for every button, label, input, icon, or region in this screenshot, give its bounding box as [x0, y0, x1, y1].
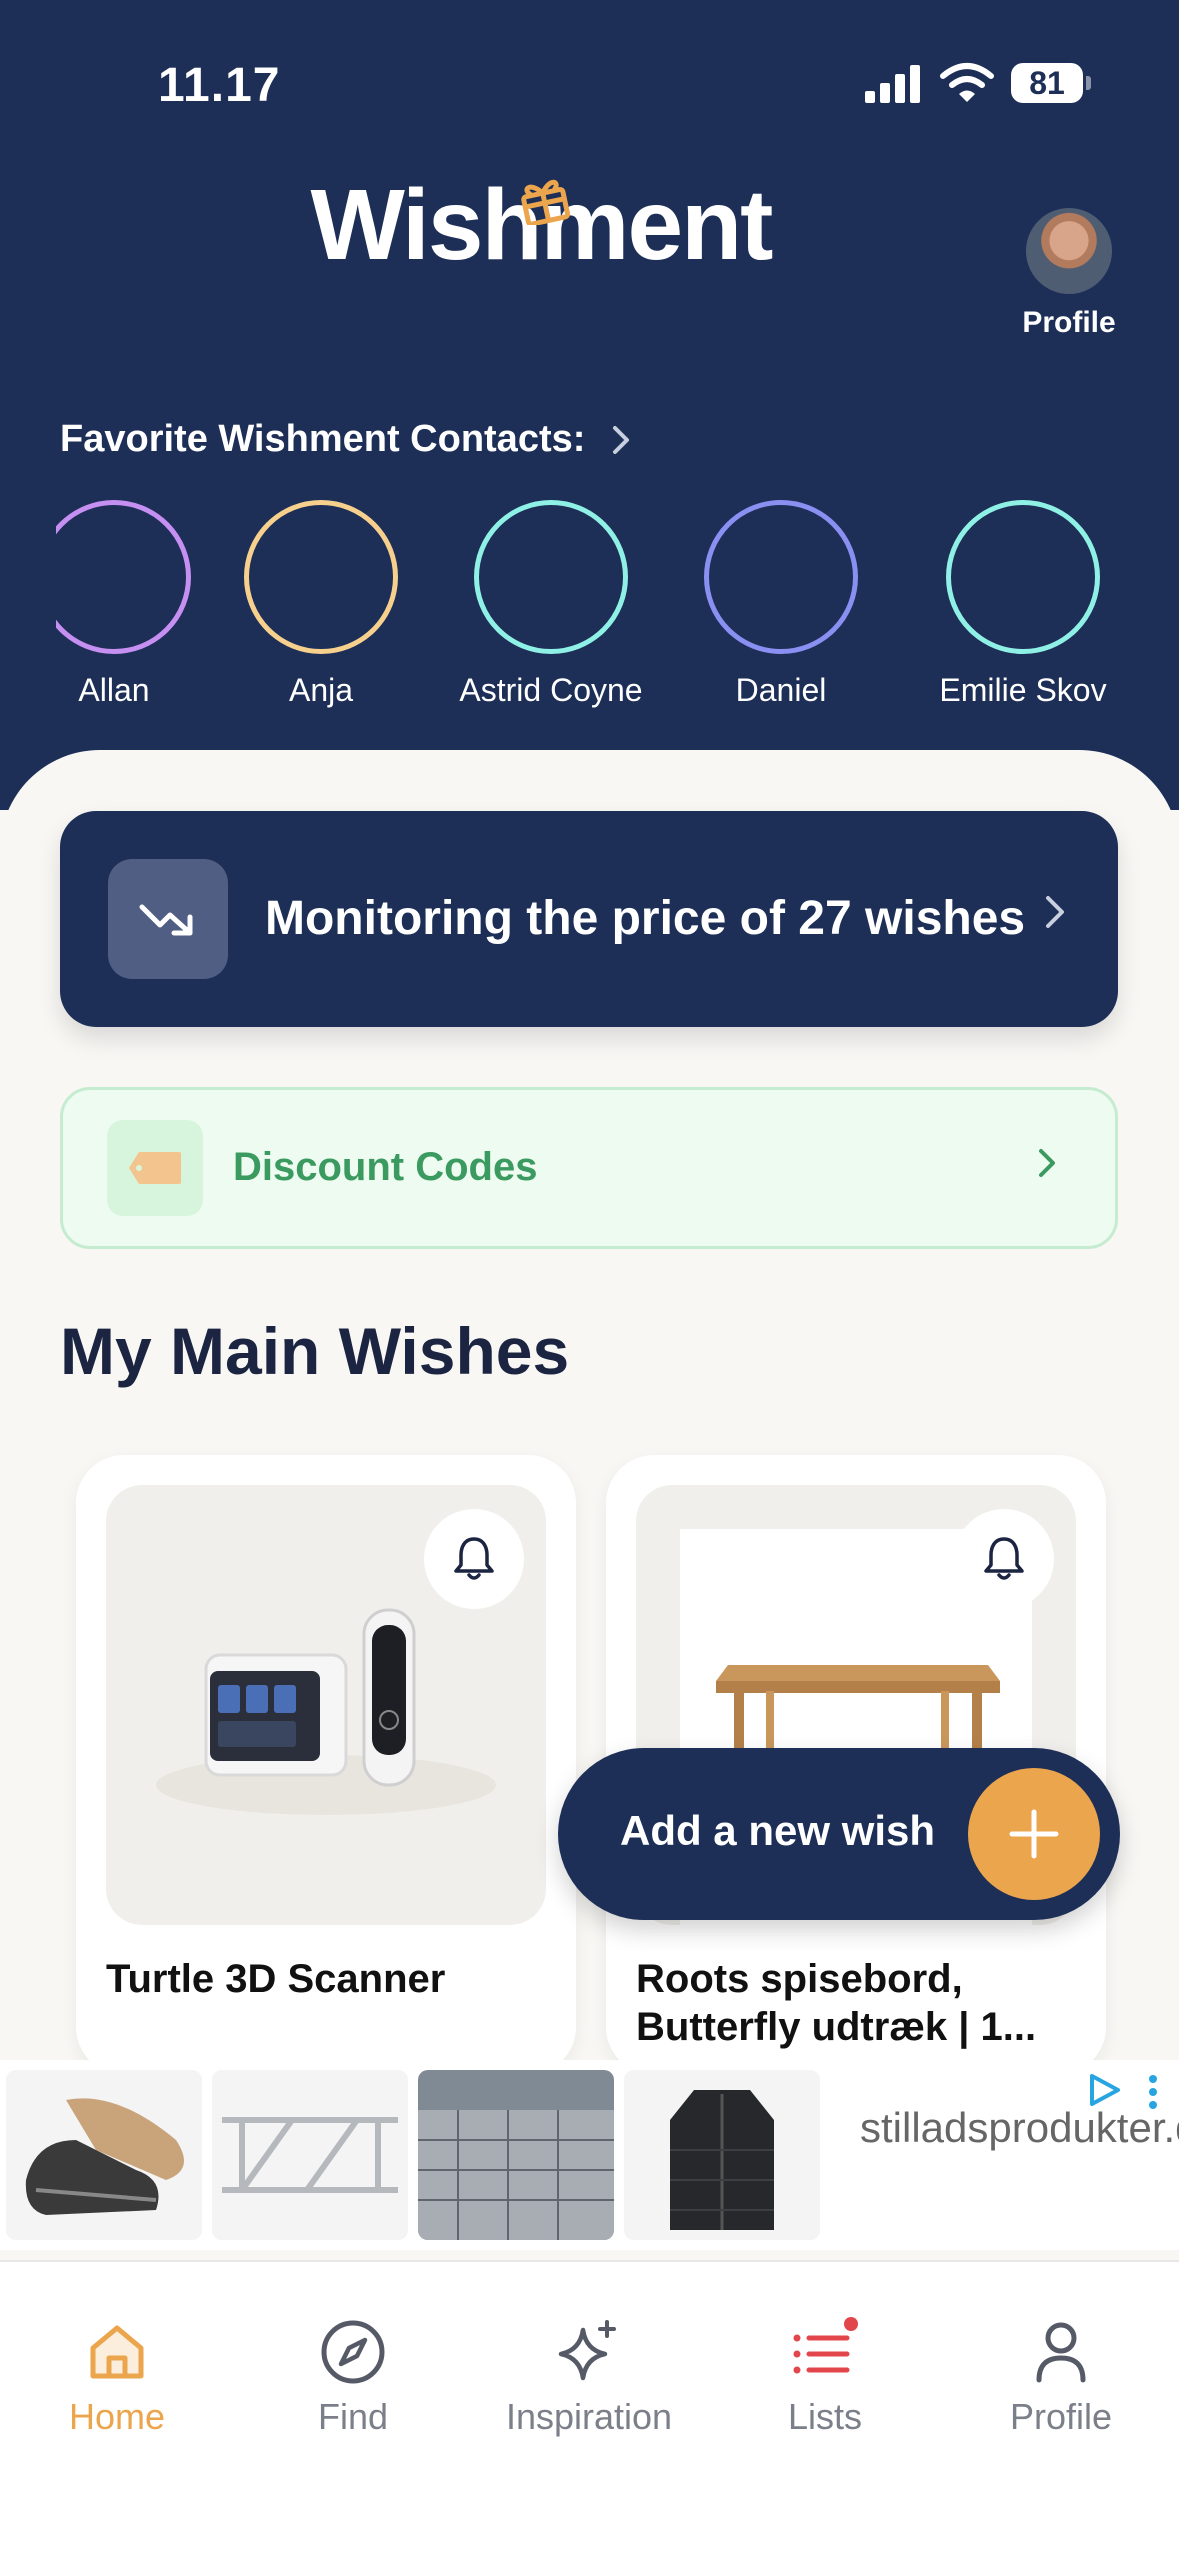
ad-image-scaffold-frame[interactable]: [212, 2070, 408, 2240]
ad-image-shoe[interactable]: [6, 2070, 202, 2240]
tab-lists[interactable]: Lists: [720, 2312, 930, 2438]
tab-bar: Home Find Inspiration Lists Profile: [0, 2260, 1179, 2558]
section-title: My Main Wishes: [60, 1314, 570, 1388]
ad-image-vest[interactable]: [624, 2070, 820, 2240]
ad-banner[interactable]: stilladsprodukter.dk: [0, 2060, 1179, 2250]
tab-find[interactable]: Find: [248, 2312, 458, 2438]
contact-item[interactable]: Astrid Coyne: [436, 500, 666, 709]
ad-choices-icon[interactable]: [1086, 2072, 1122, 2108]
tab-profile[interactable]: Profile: [956, 2312, 1166, 2438]
notify-bell-button[interactable]: [954, 1509, 1054, 1609]
plus-icon-circle: [968, 1768, 1100, 1900]
favorite-contacts-title: Favorite Wishment Contacts:: [60, 418, 586, 460]
tab-label: Find: [317, 2396, 389, 2437]
app-logo: Wishment: [306, 175, 776, 275]
signal-icon: [865, 65, 920, 103]
list-icon: [793, 2317, 858, 2374]
monitor-icon-box: [108, 859, 228, 979]
contact-item[interactable]: Allan: [56, 500, 229, 709]
contact-avatar: [946, 500, 1100, 654]
contact-avatar: [474, 500, 628, 654]
tab-label: Home: [68, 2396, 166, 2437]
contact-name: Daniel: [735, 672, 827, 708]
ad-image-scaffold-building[interactable]: [418, 2070, 614, 2240]
bell-icon: [454, 1537, 494, 1580]
contact-item[interactable]: Anja: [206, 500, 436, 709]
tab-label: Inspiration: [505, 2396, 673, 2437]
contact-avatar: [56, 500, 191, 654]
wifi-icon: [940, 63, 994, 102]
status-icons: 81: [865, 62, 1091, 104]
wish-name: Roots spisebord, Butterfly udtræk | 1...: [636, 1957, 1037, 2049]
tag-icon-box: [107, 1120, 203, 1216]
contact-name: Anja: [288, 672, 354, 708]
compass-icon: [321, 2320, 385, 2384]
tab-label: Profile: [1009, 2396, 1113, 2437]
wish-name: Turtle 3D Scanner: [106, 1957, 446, 2001]
wish-card[interactable]: Turtle 3D Scanner: [76, 1455, 576, 2075]
chevron-right-icon: [1046, 896, 1064, 928]
battery-indicator: 81: [1011, 63, 1091, 103]
price-monitor-card[interactable]: Monitoring the price of 27 wishes: [60, 811, 1118, 1027]
ad-advertiser[interactable]: stilladsprodukter.dk: [860, 2104, 1179, 2151]
contact-item[interactable]: Emilie Skov: [908, 500, 1120, 709]
tab-inspiration[interactable]: Inspiration: [484, 2312, 694, 2438]
contact-avatar: [244, 500, 398, 654]
profile-label: Profile: [1022, 306, 1116, 339]
add-wish-label: Add a new wish: [620, 1807, 936, 1854]
chevron-right-icon: [613, 425, 630, 454]
plus-icon: [1009, 1809, 1059, 1859]
favorite-contacts-header[interactable]: Favorite Wishment Contacts:: [60, 418, 631, 461]
contact-item[interactable]: Daniel: [666, 500, 896, 709]
bell-icon: [984, 1537, 1024, 1580]
home-icon: [90, 2325, 144, 2379]
tag-icon: [129, 1152, 181, 1184]
notify-bell-button[interactable]: [424, 1509, 524, 1609]
gift-icon: [521, 179, 571, 225]
tab-label: Lists: [787, 2396, 863, 2437]
avatar: [1024, 206, 1114, 296]
more-vertical-icon[interactable]: [1147, 2074, 1159, 2110]
discount-codes-button[interactable]: Discount Codes: [60, 1087, 1118, 1249]
contact-name: Emilie Skov: [939, 672, 1107, 708]
wish-image: [106, 1485, 546, 1925]
person-icon: [1036, 2322, 1086, 2383]
chevron-right-icon: [1039, 1149, 1055, 1177]
discount-label: Discount Codes: [233, 1145, 538, 1189]
contact-avatar: [704, 500, 858, 654]
contacts-carousel[interactable]: Allan Anja Astrid Coyne Daniel Emilie Sk…: [56, 500, 1120, 730]
profile-button[interactable]: Profile: [1012, 206, 1126, 340]
contact-name: Allan: [78, 672, 150, 708]
add-wish-button[interactable]: Add a new wish: [558, 1748, 1120, 1920]
contact-name: Astrid Coyne: [459, 672, 643, 708]
trend-down-icon: [139, 904, 193, 936]
tab-home[interactable]: Home: [12, 2312, 222, 2438]
monitor-text: Monitoring the price of 27 wishes: [265, 892, 1026, 945]
status-time: 11.17: [158, 59, 281, 112]
sparkle-icon: [558, 2320, 616, 2381]
